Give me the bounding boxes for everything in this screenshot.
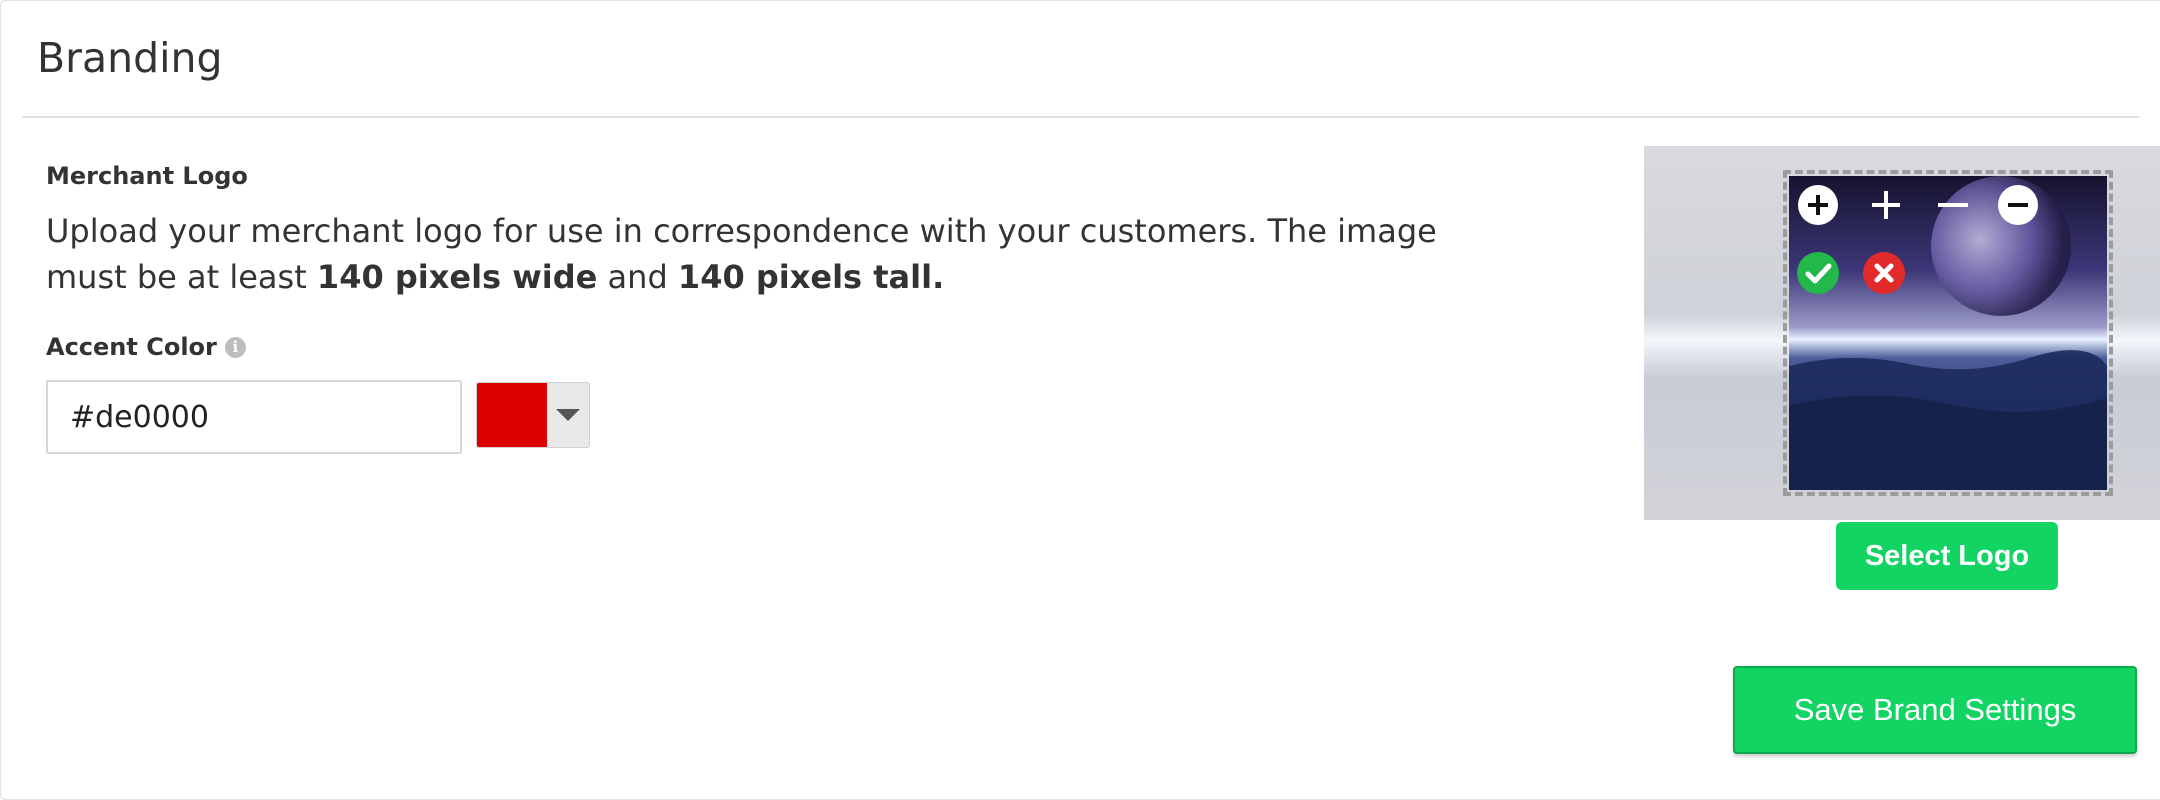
accent-color-input[interactable] xyxy=(46,380,462,454)
merchant-logo-label: Merchant Logo xyxy=(46,162,248,190)
accent-color-label-row: Accent Color i xyxy=(46,333,246,361)
cancel-icon[interactable] xyxy=(1861,250,1907,296)
zoom-out-icon[interactable] xyxy=(1995,182,2041,228)
min-width-text: 140 pixels wide xyxy=(316,258,598,296)
minus-icon[interactable] xyxy=(1929,182,1975,228)
select-logo-button[interactable]: Select Logo xyxy=(1836,522,2058,590)
accent-color-label: Accent Color xyxy=(46,333,217,361)
divider xyxy=(22,116,2139,118)
crop-area[interactable] xyxy=(1783,170,2113,496)
color-swatch xyxy=(477,383,547,447)
save-brand-settings-button[interactable]: Save Brand Settings xyxy=(1733,666,2137,754)
chevron-down-icon[interactable] xyxy=(547,383,589,447)
info-icon[interactable]: i xyxy=(224,336,246,358)
min-height-text: 140 pixels tall. xyxy=(677,258,945,296)
logo-preview xyxy=(1644,146,2160,520)
merchant-logo-description: Upload your merchant logo for use in cor… xyxy=(46,208,1486,300)
confirm-icon[interactable] xyxy=(1795,250,1841,296)
accent-color-picker[interactable] xyxy=(476,382,590,448)
description-connector: and xyxy=(597,258,678,296)
zoom-in-icon[interactable] xyxy=(1795,182,1841,228)
panel-title: Branding xyxy=(37,34,223,82)
plus-icon[interactable] xyxy=(1863,182,1909,228)
